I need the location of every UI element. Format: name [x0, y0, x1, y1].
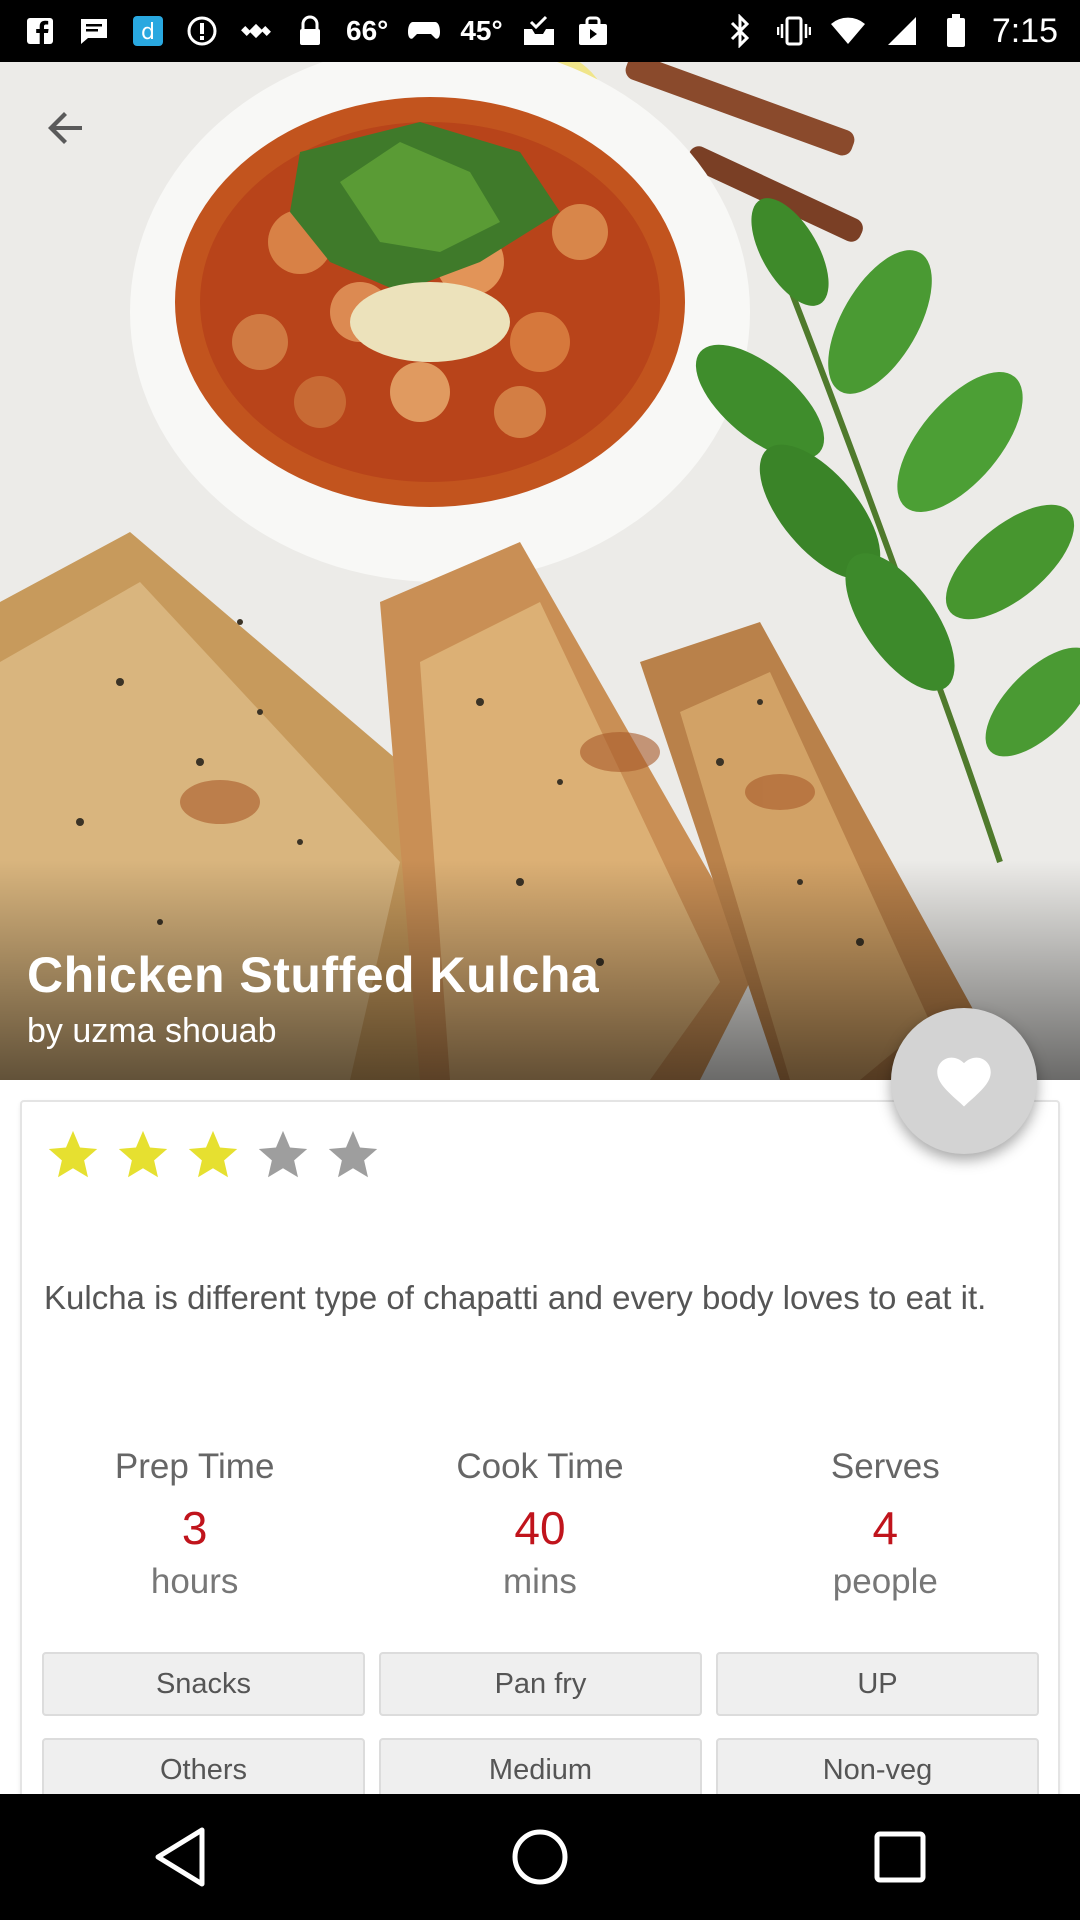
tag-chip[interactable]: UP [716, 1652, 1039, 1716]
serves-value: 4 [872, 1502, 899, 1554]
nav-recents-button[interactable] [852, 1809, 948, 1905]
tag-chip[interactable]: Non-veg [716, 1738, 1039, 1802]
favorite-button[interactable] [891, 1008, 1037, 1154]
recipe-tags: Snacks Pan fry UP Others Medium Non-veg [42, 1652, 1042, 1802]
heart-icon [937, 1057, 991, 1107]
tag-chip[interactable]: Pan fry [379, 1652, 702, 1716]
shopping-bag-icon [575, 13, 611, 49]
status-icons-right: 7:15 [722, 12, 1058, 51]
back-button[interactable] [42, 104, 106, 168]
inbox-check-icon [521, 13, 557, 49]
fake-gps-icon [238, 13, 274, 49]
recipe-stats: Prep Time 3 hours Cook Time 40 mins Serv… [22, 1447, 1058, 1609]
prep-time-unit: hours [150, 1562, 239, 1601]
nav-home-icon [512, 1829, 568, 1885]
prep-time-label: Prep Time [114, 1447, 275, 1486]
clock: 7:15 [991, 11, 1058, 50]
nav-recents-icon [874, 1831, 926, 1883]
recipe-title: Chicken Stuffed Kulcha [27, 947, 600, 1003]
recipe-details-card: Kulcha is different type of chapatti and… [20, 1100, 1060, 1820]
system-navigation-bar [0, 1794, 1080, 1920]
svg-text:d: d [141, 20, 155, 45]
nav-back-icon [155, 1827, 205, 1887]
status-icons-left: d 66° 45° [22, 13, 611, 49]
tag-chip[interactable]: Snacks [42, 1652, 365, 1716]
nav-home-button[interactable] [492, 1809, 588, 1905]
tag-chip[interactable]: Others [42, 1738, 365, 1802]
recipe-description: Kulcha is different type of chapatti and… [44, 1279, 987, 1316]
prep-time-value: 3 [181, 1502, 208, 1554]
chana-bowl [130, 62, 750, 582]
signal-icon [884, 13, 920, 49]
recipe-author: by uzma shouab [27, 1012, 277, 1050]
arrow-back-icon [48, 112, 82, 144]
star-icon[interactable] [324, 1126, 382, 1184]
cook-time-value: 40 [514, 1502, 566, 1554]
cook-time-unit: mins [503, 1562, 577, 1601]
lock-icon [292, 13, 328, 49]
prep-time-stat: Prep Time 3 hours [22, 1447, 367, 1609]
temperature-1: 66° [346, 15, 389, 46]
cook-time-label: Cook Time [456, 1447, 624, 1486]
nav-back-button[interactable] [132, 1809, 228, 1905]
star-icon[interactable] [114, 1126, 172, 1184]
facebook-icon [22, 13, 58, 49]
rating-stars[interactable] [44, 1126, 382, 1184]
message-icon [76, 13, 112, 49]
bluetooth-icon [722, 13, 758, 49]
star-icon[interactable] [254, 1126, 312, 1184]
wifi-icon [830, 13, 866, 49]
status-bar: d 66° 45° 7:15 [0, 0, 1080, 62]
vibrate-icon [776, 13, 812, 49]
temperature-2: 45° [460, 15, 503, 46]
serves-stat: Serves 4 people [713, 1447, 1058, 1609]
info-icon [184, 13, 220, 49]
dictionary-app-icon: d [130, 13, 166, 49]
cook-time-stat: Cook Time 40 mins [367, 1447, 712, 1609]
star-icon[interactable] [184, 1126, 242, 1184]
battery-icon [938, 13, 974, 49]
serves-label: Serves [830, 1447, 940, 1486]
star-icon[interactable] [44, 1126, 102, 1184]
recipe-hero-image: Chicken Stuffed Kulcha by uzma shouab [0, 62, 1080, 1080]
serves-unit: people [832, 1562, 938, 1601]
tag-chip[interactable]: Medium [379, 1738, 702, 1802]
game-controller-icon [406, 13, 442, 49]
